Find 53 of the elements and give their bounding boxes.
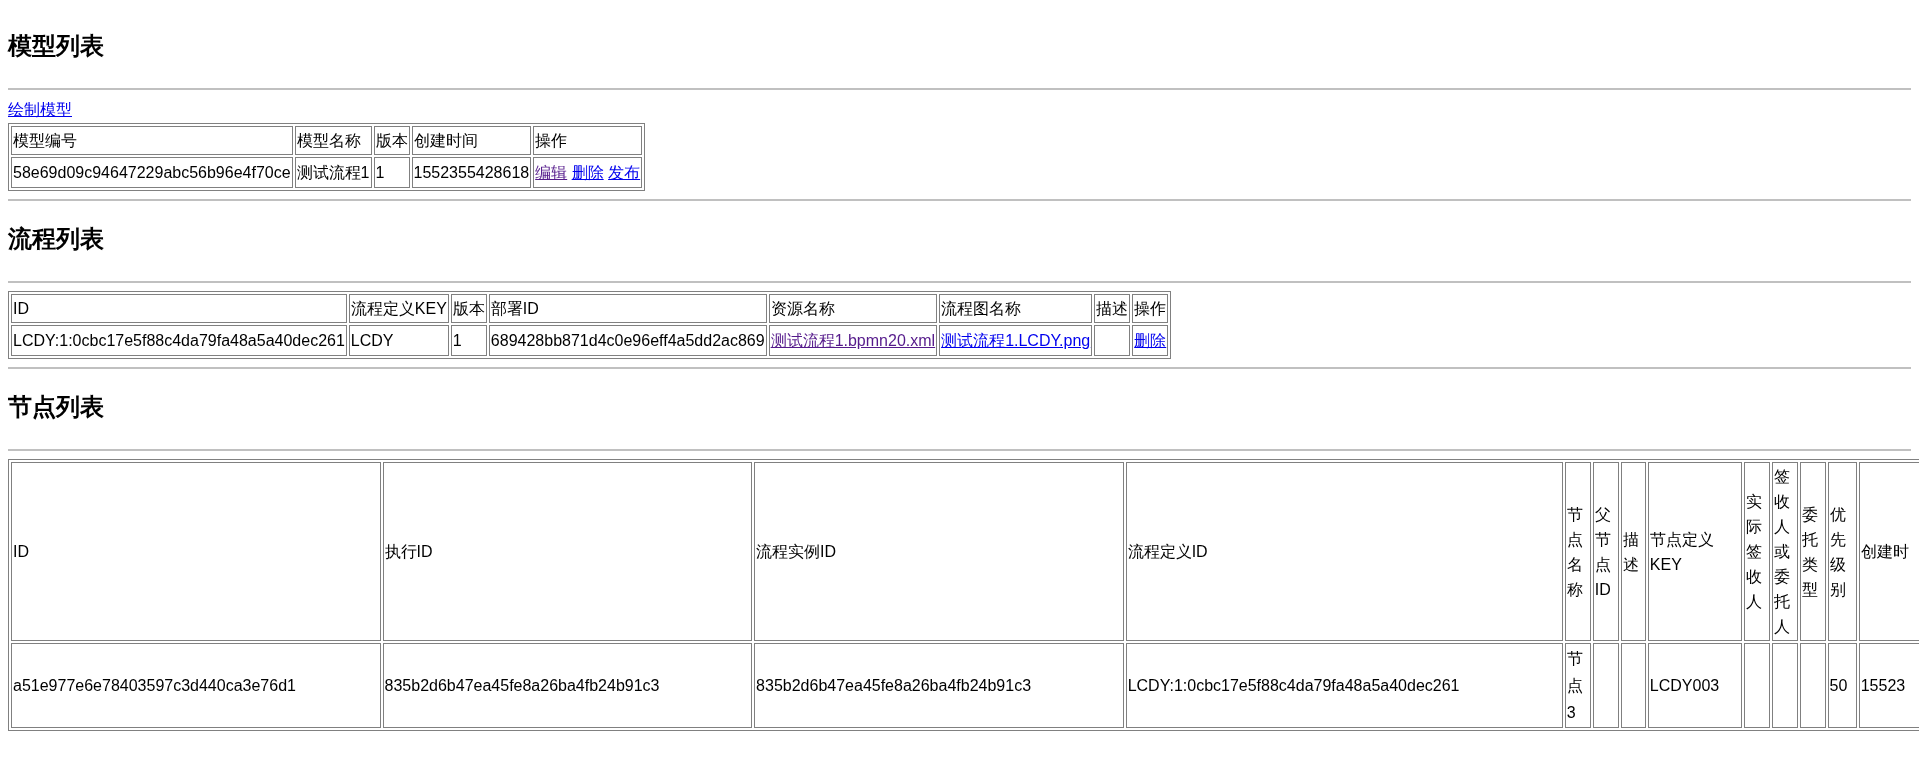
header-cell: 描述: [1094, 294, 1131, 323]
section-heading: 模型列表: [8, 31, 104, 61]
table-cell: 测试流程1: [294, 157, 372, 188]
section-heading: 节点列表: [8, 392, 104, 422]
header-cell: 资源名称: [768, 294, 938, 323]
header-cell: 流程实例ID: [754, 462, 1124, 641]
header-cell: 创建时间: [411, 126, 532, 155]
table-cell: 15523: [1858, 643, 1919, 728]
link[interactable]: 删除: [1134, 332, 1167, 349]
header-cell: 委托类型: [1799, 462, 1826, 641]
table-cell: 1: [450, 325, 487, 356]
section-heading: 流程列表: [8, 224, 104, 254]
table-cell: LCDY:1:0cbc17e5f88c4da79fa48a5a40dec261: [11, 325, 347, 356]
header-cell: 操作: [1132, 294, 1169, 323]
table-cell: LCDY: [348, 325, 449, 356]
link[interactable]: 删除: [571, 164, 604, 181]
table-cell: 835b2d6b47ea45fe8a26ba4fb24b91c3: [382, 643, 753, 728]
table-cell: 689428bb871d4c0e96eff4a5dd2ac869: [488, 325, 767, 356]
link[interactable]: 绘制模型: [8, 101, 72, 118]
header-cell: 父节点ID: [1592, 462, 1619, 641]
table-cell: 1: [373, 157, 410, 188]
header-cell: 节点定义KEY: [1647, 462, 1742, 641]
header-cell: 部署ID: [488, 294, 767, 323]
link[interactable]: 测试流程1.LCDY.png: [941, 332, 1091, 349]
link[interactable]: 测试流程1.bpmn20.xml: [770, 332, 936, 349]
header-cell: 流程定义KEY: [348, 294, 449, 323]
table-cell: 1552355428618: [411, 157, 532, 188]
table-cell: LCDY003: [1647, 643, 1742, 728]
header-cell: 操作: [533, 126, 643, 155]
header-cell: 版本: [450, 294, 487, 323]
header-cell: 实际签收人: [1743, 462, 1770, 641]
header-cell: 优先级别: [1827, 462, 1857, 641]
header-cell: 流程图名称: [939, 294, 1093, 323]
table-cell: 50: [1827, 643, 1857, 728]
header-cell: 执行ID: [382, 462, 753, 641]
header-cell: 模型编号: [11, 126, 293, 155]
table-cell: 835b2d6b47ea45fe8a26ba4fb24b91c3: [754, 643, 1124, 728]
table-cell: 58e69d09c94647229abc56b96e4f70ce: [11, 157, 293, 188]
header-cell: 节点名称: [1564, 462, 1591, 641]
header-cell: 描述: [1620, 462, 1646, 641]
table-cell: [1094, 325, 1131, 356]
header-cell: 流程定义ID: [1125, 462, 1563, 641]
header-cell: 创建时: [1858, 462, 1919, 641]
table-cell: a51e977e6e78403597c3d440ca3e76d1: [11, 643, 381, 728]
header-cell: 版本: [373, 126, 410, 155]
link[interactable]: 编辑: [535, 164, 568, 181]
header-cell: 签收人或委托人: [1771, 462, 1798, 641]
table-cell: 节点3: [1564, 643, 1591, 728]
header-cell: ID: [11, 294, 347, 323]
header-cell: 模型名称: [294, 126, 372, 155]
header-cell: ID: [11, 462, 381, 641]
table-cell: LCDY:1:0cbc17e5f88c4da79fa48a5a40dec261: [1125, 643, 1563, 728]
link[interactable]: 发布: [608, 164, 641, 181]
